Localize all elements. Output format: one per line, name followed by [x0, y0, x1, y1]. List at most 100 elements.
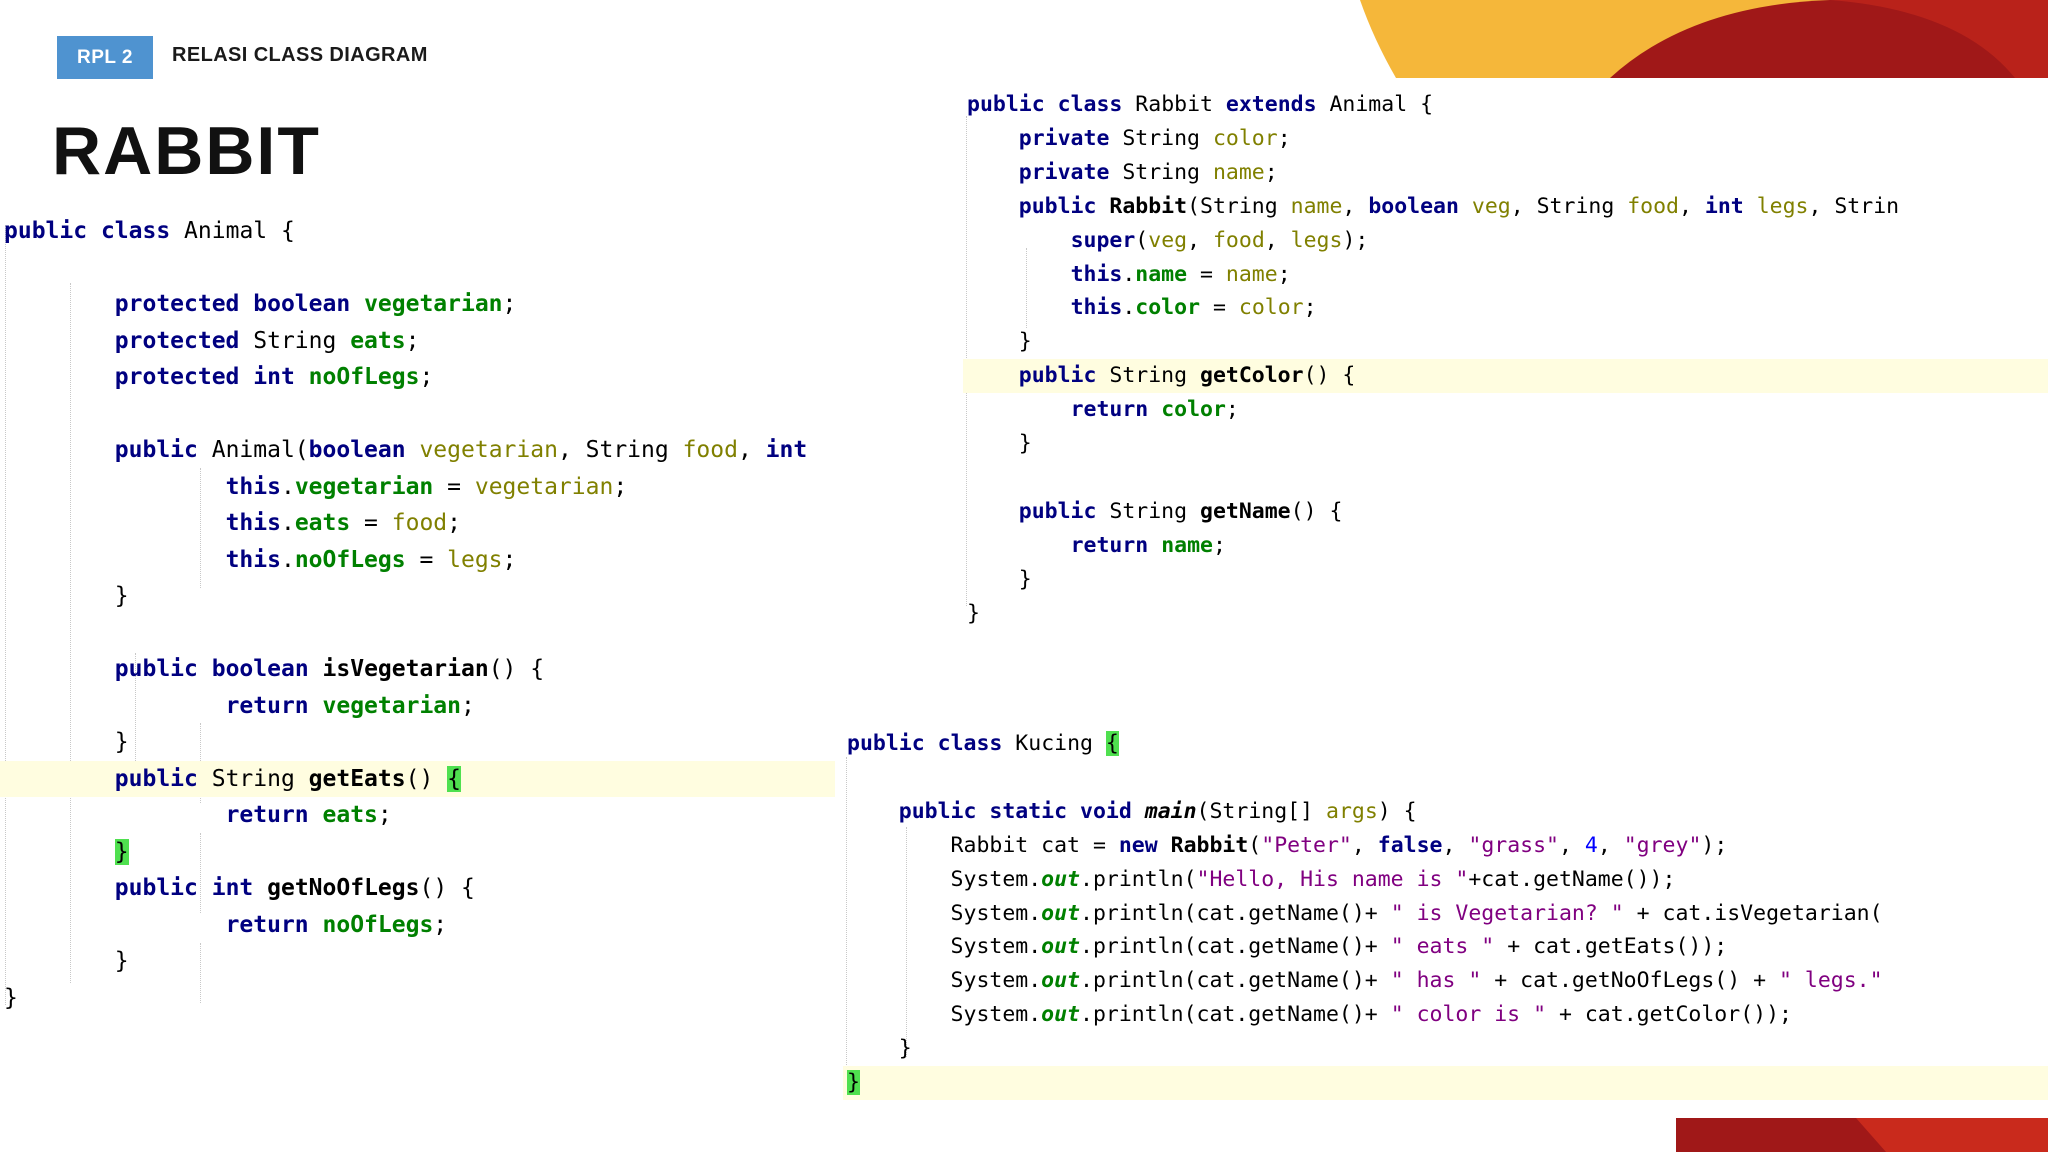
- code-token: String: [1096, 498, 1201, 524]
- code-token: class: [1057, 92, 1123, 117]
- code-token: boolean: [308, 437, 406, 463]
- code-token: false: [1377, 832, 1443, 858]
- code-token: food: [1212, 227, 1265, 253]
- code-token: "grey": [1623, 832, 1702, 858]
- code-token: + cat.getNoOfLegs() +: [1481, 968, 1780, 994]
- code-token: vegetarian: [474, 473, 614, 500]
- code-line: public class Kucing {: [843, 727, 2048, 761]
- code-token: }: [967, 600, 980, 626]
- code-token: ;: [461, 692, 475, 719]
- code-line: System.out.println(cat.getName()+ " is V…: [843, 897, 2048, 931]
- code-token: food: [682, 437, 738, 463]
- code-token: ;: [1277, 261, 1291, 287]
- code-token: " has ": [1390, 968, 1482, 994]
- code-token: ;: [433, 911, 448, 938]
- code-token: boolean: [211, 656, 309, 682]
- code-token: eats: [322, 802, 378, 828]
- code-token: ,: [737, 437, 766, 463]
- code-line: private String name;: [963, 156, 2048, 190]
- code-token: ) {: [1377, 798, 1417, 824]
- code-token: ;: [1277, 125, 1291, 151]
- code-token: public: [1018, 498, 1097, 524]
- code-token: ,: [1558, 832, 1585, 858]
- code-token: boolean: [253, 291, 351, 317]
- code-token: return: [1070, 532, 1149, 558]
- code-token: vegetarian: [419, 437, 558, 463]
- code-token: Rabbit cat =: [847, 832, 1119, 858]
- code-token: getNoOfLegs: [267, 875, 420, 901]
- code-token: out: [1041, 900, 1081, 926]
- code-token: veg: [1148, 227, 1188, 253]
- code-line: }: [0, 943, 835, 980]
- code-token: ;: [1212, 532, 1226, 558]
- code-token: this: [1070, 295, 1123, 321]
- code-line: public Rabbit(String name, boolean veg, …: [963, 190, 2048, 224]
- code-line: return eats;: [0, 797, 835, 834]
- code-token: }: [967, 329, 1032, 355]
- code-token: name: [1212, 159, 1265, 185]
- code-token: ,: [1351, 832, 1378, 858]
- code-line: return color;: [963, 393, 2048, 427]
- code-line: protected int noOfLegs;: [0, 359, 835, 396]
- code-token: .: [280, 473, 295, 500]
- code-token: getColor: [1200, 363, 1304, 389]
- code-token: ;: [1303, 295, 1317, 321]
- code-token: + cat.getColor());: [1546, 1002, 1792, 1028]
- code-token: .: [280, 510, 295, 536]
- code-token: , Strin: [1808, 193, 1900, 219]
- code-line: this.eats = food;: [0, 505, 835, 542]
- code-token: " color is ": [1390, 1002, 1547, 1028]
- code-token: protected: [114, 291, 240, 317]
- code-token: isVegetarian: [322, 656, 489, 682]
- slide-subtitle: RELASI CLASS DIAGRAM: [172, 44, 428, 66]
- code-token: public: [847, 731, 925, 756]
- code-token: ;: [405, 327, 420, 354]
- code-token: public: [114, 875, 198, 901]
- code-line: System.out.println(cat.getName()+ " has …: [843, 964, 2048, 998]
- code-token: " is Vegetarian? ": [1390, 900, 1624, 926]
- code-line: }: [0, 834, 835, 871]
- code-line: }: [963, 427, 2048, 461]
- code-token: String: [197, 765, 309, 792]
- code-token: " legs.": [1779, 968, 1883, 994]
- code-token: ,: [1264, 227, 1291, 253]
- code-token: }: [114, 838, 129, 865]
- code-token: color: [1161, 397, 1226, 423]
- code-token: String: [1109, 125, 1213, 151]
- code-token: color: [1238, 295, 1304, 321]
- code-token: }: [4, 984, 18, 1011]
- code-line: public String getEats() {: [0, 760, 835, 797]
- code-token: ;: [419, 364, 434, 390]
- code-line: this.noOfLegs = legs;: [0, 542, 835, 579]
- code-token: {: [1105, 731, 1119, 756]
- code-token: static: [989, 798, 1068, 824]
- code-line: this.name = name;: [963, 258, 2048, 292]
- code-token: }: [847, 1036, 912, 1062]
- code-token: boolean: [1368, 193, 1459, 219]
- code-line: return vegetarian;: [0, 688, 835, 725]
- code-animal-class: public class Animal { protected boolean …: [0, 213, 835, 1013]
- code-token: class: [937, 731, 1003, 756]
- code-token: System.: [847, 968, 1042, 994]
- code-token: new: [1118, 832, 1158, 858]
- code-token: out: [1041, 934, 1081, 960]
